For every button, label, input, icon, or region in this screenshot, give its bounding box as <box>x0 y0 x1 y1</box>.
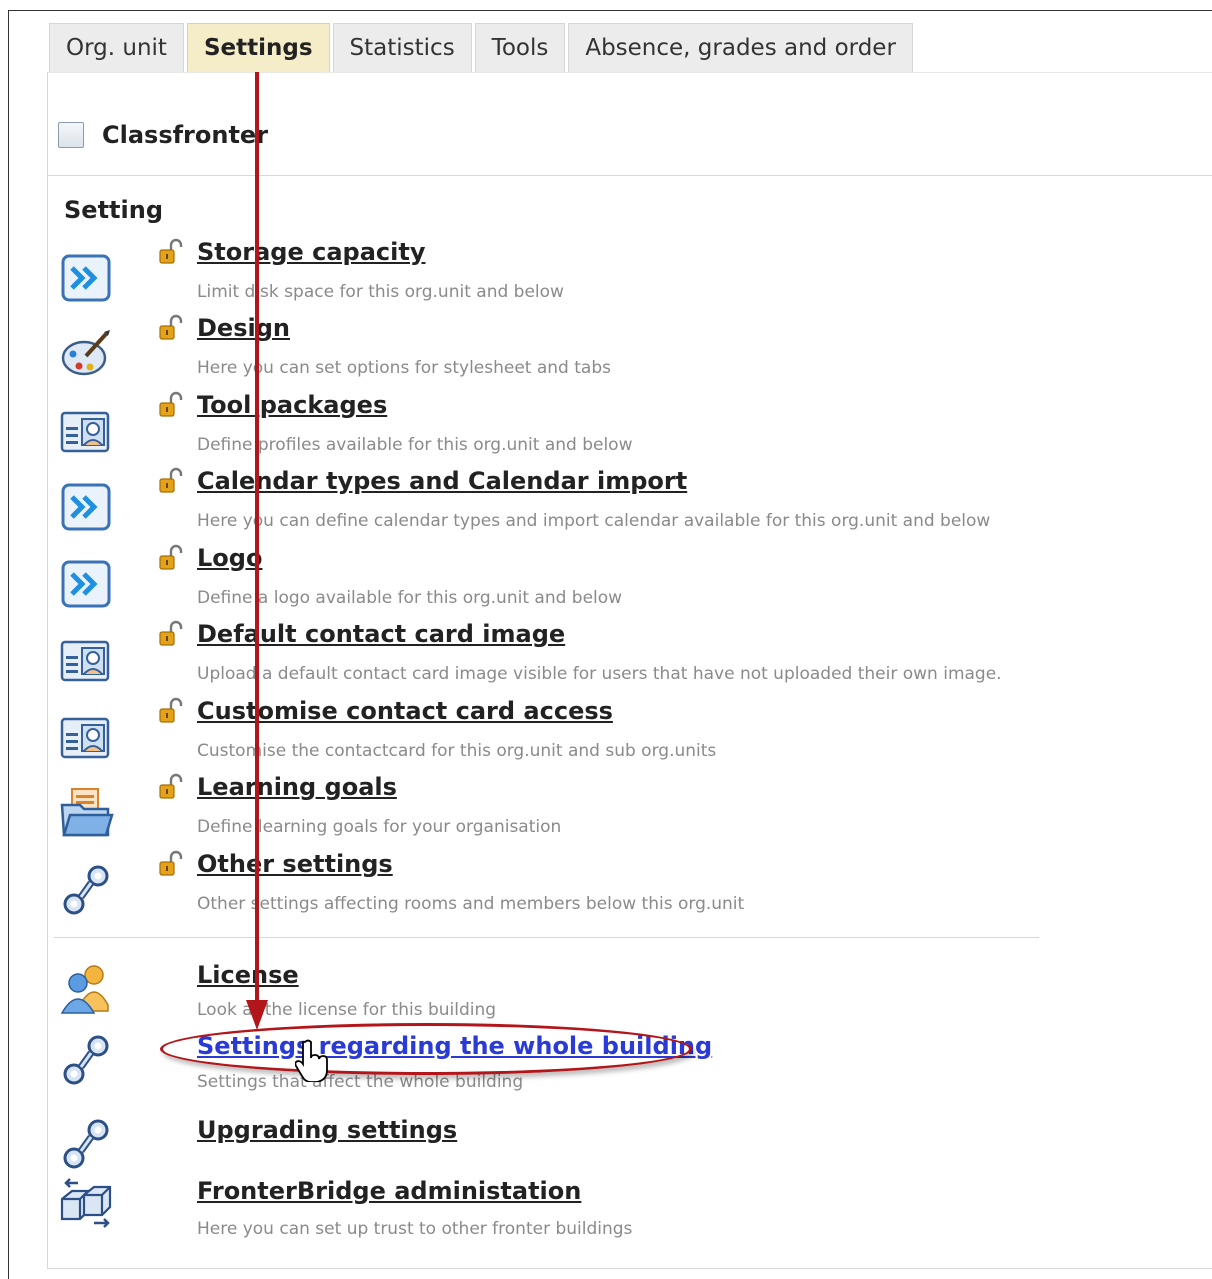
tab-absence-grades-order[interactable]: Absence, grades and order <box>568 23 913 72</box>
customise-contact-card-access-description: Customise the contactcard for this org.u… <box>197 741 717 761</box>
settings-row-design: Design Here you can set options for styl… <box>54 314 1054 390</box>
tool-packages-link[interactable]: Tool packages <box>197 391 387 419</box>
license-description: Look at the license for this building <box>197 1000 497 1020</box>
settings-row-storage-capacity: Storage capacity Limit disk space for th… <box>54 238 1054 314</box>
settings-row-tool-packages: Tool packages Define profiles available … <box>54 391 1054 467</box>
storage-capacity-description: Limit disk space for this org.unit and b… <box>197 282 564 302</box>
unlocked-padlock-icon <box>156 467 186 497</box>
upgrading-settings-link[interactable]: Upgrading settings <box>197 1116 457 1144</box>
classfronter-checkbox[interactable] <box>58 122 84 148</box>
annotation-ellipse <box>160 1023 692 1075</box>
learning-goals-link[interactable]: Learning goals <box>197 773 397 801</box>
profile-card-icon <box>58 403 114 459</box>
settings-row-default-contact-card-image: Default contact card image Upload a defa… <box>54 620 1054 696</box>
divider <box>54 937 1039 938</box>
settings-row-calendar-types: Calendar types and Calendar import Here … <box>54 467 1054 543</box>
arrow-forward-icon <box>58 250 114 306</box>
settings-row-logo: Logo Define a logo available for this or… <box>54 544 1054 620</box>
storage-capacity-link[interactable]: Storage capacity <box>197 238 425 266</box>
palette-icon <box>58 326 114 382</box>
profile-card-icon <box>58 632 114 688</box>
settings-row-customise-contact-card-access: Customise contact card access Customise … <box>54 697 1054 773</box>
logo-description: Define a logo available for this org.uni… <box>197 588 623 608</box>
users-icon <box>58 961 114 1017</box>
tab-settings[interactable]: Settings <box>186 23 330 72</box>
unlocked-padlock-icon <box>156 620 186 650</box>
screenshot-frame-left <box>8 10 9 1279</box>
hand-cursor-icon <box>295 1039 328 1082</box>
screenshot-frame-top <box>8 10 1212 11</box>
wrench-icon <box>58 1032 114 1088</box>
logo-link[interactable]: Logo <box>197 544 262 572</box>
tab-statistics[interactable]: Statistics <box>332 23 472 72</box>
unlocked-padlock-icon <box>156 391 186 421</box>
arrow-forward-icon <box>58 479 114 535</box>
tab-tools[interactable]: Tools <box>474 23 566 72</box>
open-folder-icon <box>58 785 114 841</box>
arrow-forward-icon <box>58 556 114 612</box>
tab-org-unit[interactable]: Org. unit <box>49 23 184 72</box>
unlocked-padlock-icon <box>156 314 186 344</box>
default-contact-card-image-link[interactable]: Default contact card image <box>197 620 565 648</box>
other-settings-description: Other settings affecting rooms and membe… <box>197 894 745 914</box>
calendar-types-link[interactable]: Calendar types and Calendar import <box>197 467 687 495</box>
fronterbridge-link[interactable]: FronterBridge administation <box>197 1177 581 1205</box>
calendar-types-description: Here you can define calendar types and i… <box>197 511 991 531</box>
design-link[interactable]: Design <box>197 314 290 342</box>
default-contact-card-image-description: Upload a default contact card image visi… <box>197 664 1002 684</box>
settings-row-other-settings: Other settings Other settings affecting … <box>54 850 1054 926</box>
license-link[interactable]: License <box>197 961 299 989</box>
customise-contact-card-access-link[interactable]: Customise contact card access <box>197 697 613 725</box>
profile-card-icon <box>58 709 114 765</box>
classfronter-row: Classfronter <box>58 118 268 152</box>
design-description: Here you can set options for stylesheet … <box>197 358 611 378</box>
wrench-icon <box>58 1116 114 1172</box>
unlocked-padlock-icon <box>156 544 186 574</box>
unlocked-padlock-icon <box>156 238 186 268</box>
unlocked-padlock-icon <box>156 773 186 803</box>
other-settings-link[interactable]: Other settings <box>197 850 393 878</box>
learning-goals-description: Define learning goals for your organisat… <box>197 817 562 837</box>
settings-whole-building-description: Settings that affect the whole building <box>197 1072 524 1092</box>
tab-bar: Org. unit Settings Statistics Tools Abse… <box>49 23 916 73</box>
section-title: Setting <box>64 196 163 224</box>
divider <box>48 175 1212 176</box>
unlocked-padlock-icon <box>156 697 186 727</box>
unlocked-padlock-icon <box>156 850 186 880</box>
building-row-fronterbridge: FronterBridge administation Here you can… <box>54 1177 1054 1253</box>
bridge-cubes-icon <box>58 1177 114 1233</box>
fronterbridge-description: Here you can set up trust to other front… <box>197 1219 633 1239</box>
tool-packages-description: Define profiles available for this org.u… <box>197 435 633 455</box>
wrench-icon <box>58 862 114 918</box>
classfronter-label: Classfronter <box>102 121 269 149</box>
settings-row-learning-goals: Learning goals Define learning goals for… <box>54 773 1054 849</box>
